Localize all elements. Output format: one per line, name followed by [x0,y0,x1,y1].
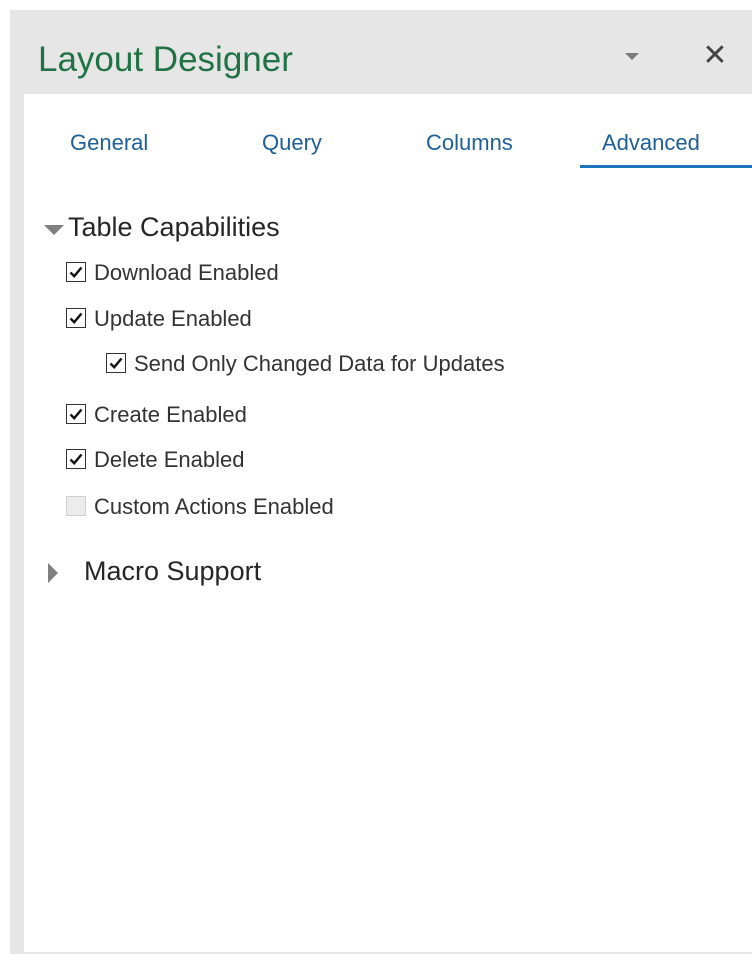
checkbox-label: Custom Actions Enabled [94,494,334,519]
tab-advanced[interactable]: Advanced [602,130,700,156]
close-button[interactable]: ✕ [700,40,730,72]
pane-content: General Query Columns Advanced Table Cap… [24,94,752,952]
option-create-enabled[interactable]: Create Enabled [66,402,366,430]
section-header-table-capabilities[interactable]: Table Capabilities [44,210,364,244]
chevron-down-icon [625,53,639,60]
selected-tab-indicator [580,165,752,168]
checkbox-label: Download Enabled [94,260,279,285]
option-update-enabled[interactable]: Update Enabled [66,306,366,334]
pane-title-bar: Layout Designer ✕ [10,10,752,94]
section-label-macro-support: Macro Support [84,556,262,586]
tab-bar: General Query Columns Advanced [24,94,752,170]
option-delete-enabled[interactable]: Delete Enabled [66,447,366,475]
section-label-table-capabilities: Table Capabilities [68,212,280,242]
checkbox-label: Create Enabled [94,402,247,427]
pane-title: Layout Designer [38,40,293,79]
tab-general[interactable]: General [70,130,148,156]
checkmark-icon [109,357,123,369]
screen: Layout Designer ✕ General Query Columns … [0,0,752,954]
expand-caret-down-icon [44,225,64,235]
checkbox[interactable] [66,404,86,424]
pane-options-button[interactable] [622,50,642,64]
checkmark-icon [69,266,83,278]
checkbox[interactable] [106,353,126,373]
close-icon: ✕ [702,39,728,72]
option-send-only-changed-data[interactable]: Send Only Changed Data for Updates [106,351,626,379]
layout-designer-pane: Layout Designer ✕ General Query Columns … [10,10,752,954]
checkbox-label: Delete Enabled [94,447,245,472]
option-download-enabled[interactable]: Download Enabled [66,260,366,288]
expand-caret-right-icon [48,563,58,583]
checkbox-label: Update Enabled [94,306,252,331]
checkmark-icon [69,312,83,324]
section-header-macro-support[interactable]: Macro Support [44,554,344,588]
checkbox-disabled [66,496,86,516]
checkbox[interactable] [66,308,86,328]
checkmark-icon [69,408,83,420]
checkbox[interactable] [66,262,86,282]
checkbox-label: Send Only Changed Data for Updates [134,351,505,376]
checkmark-icon [69,453,83,465]
tab-query[interactable]: Query [262,130,322,156]
checkbox[interactable] [66,449,86,469]
option-custom-actions-enabled: Custom Actions Enabled [66,494,426,522]
tab-columns[interactable]: Columns [426,130,513,156]
